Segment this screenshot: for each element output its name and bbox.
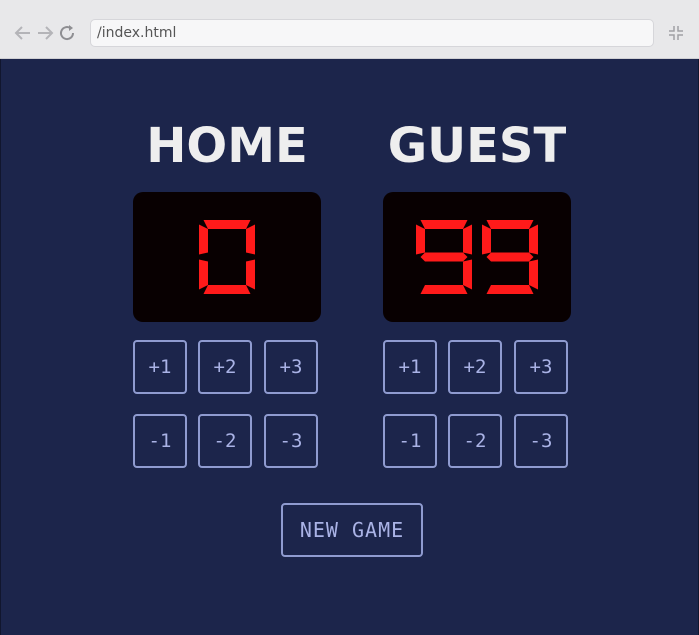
guest-plus-3-button[interactable]: +3 — [514, 340, 568, 394]
score-segment-b — [246, 224, 255, 255]
reload-icon[interactable] — [58, 24, 76, 42]
score-segment-g — [486, 252, 534, 262]
guest-score-display — [383, 192, 571, 322]
score-segment-g — [420, 252, 468, 262]
score-segment-e — [199, 259, 208, 290]
score-segment-a — [203, 220, 251, 229]
home-title: HOME — [146, 118, 308, 174]
score-segment-d — [486, 285, 534, 294]
score-segment-f — [199, 224, 208, 255]
score-segment-f — [416, 224, 425, 255]
score-segment-d — [420, 285, 468, 294]
scoreboard-page: HOME GUEST +1 +2 +3 -1 -2 -3 +1 +2 +3 -1… — [0, 59, 699, 635]
url-input[interactable]: /index.html — [90, 19, 654, 47]
home-minus-2-button[interactable]: -2 — [198, 414, 252, 468]
guest-plus-1-button[interactable]: +1 — [383, 340, 437, 394]
home-plus-1-button[interactable]: +1 — [133, 340, 187, 394]
home-plus-3-button[interactable]: +3 — [264, 340, 318, 394]
score-segment-c — [463, 259, 472, 290]
home-minus-3-button[interactable]: -3 — [264, 414, 318, 468]
guest-minus-1-button[interactable]: -1 — [383, 414, 437, 468]
score-segment-b — [529, 224, 538, 255]
collapse-icon[interactable] — [668, 25, 684, 41]
browser-toolbar: /index.html — [0, 0, 699, 59]
new-game-button[interactable]: NEW GAME — [281, 503, 423, 557]
guest-score-digits — [416, 220, 538, 294]
guest-minus-2-button[interactable]: -2 — [448, 414, 502, 468]
score-segment-a — [420, 220, 468, 229]
guest-plus-2-button[interactable]: +2 — [448, 340, 502, 394]
score-segment-d — [203, 285, 251, 294]
score-segment-f — [482, 224, 491, 255]
score-segment-a — [486, 220, 534, 229]
home-plus-2-button[interactable]: +2 — [198, 340, 252, 394]
forward-arrow-icon[interactable] — [36, 24, 54, 42]
guest-minus-3-button[interactable]: -3 — [514, 414, 568, 468]
home-score-digits — [199, 220, 255, 294]
guest-title: GUEST — [387, 118, 567, 174]
home-minus-1-button[interactable]: -1 — [133, 414, 187, 468]
score-segment-c — [246, 259, 255, 290]
back-arrow-icon[interactable] — [14, 24, 32, 42]
score-segment-b — [463, 224, 472, 255]
score-segment-c — [529, 259, 538, 290]
home-score-display — [133, 192, 321, 322]
